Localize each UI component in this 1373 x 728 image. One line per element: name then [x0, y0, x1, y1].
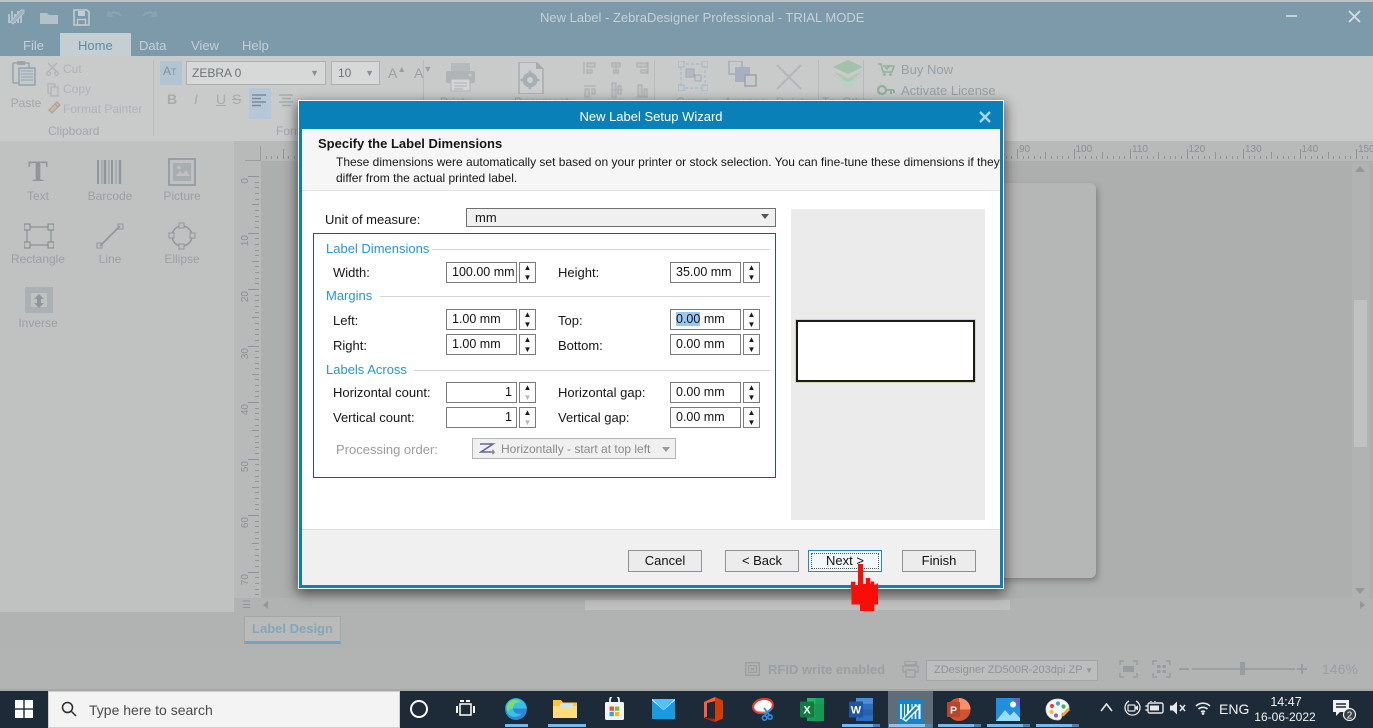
svg-text:X: X: [803, 705, 811, 717]
svg-text:2: 2: [1347, 711, 1353, 722]
svg-text:W: W: [851, 705, 862, 717]
svg-text:P: P: [950, 705, 957, 717]
